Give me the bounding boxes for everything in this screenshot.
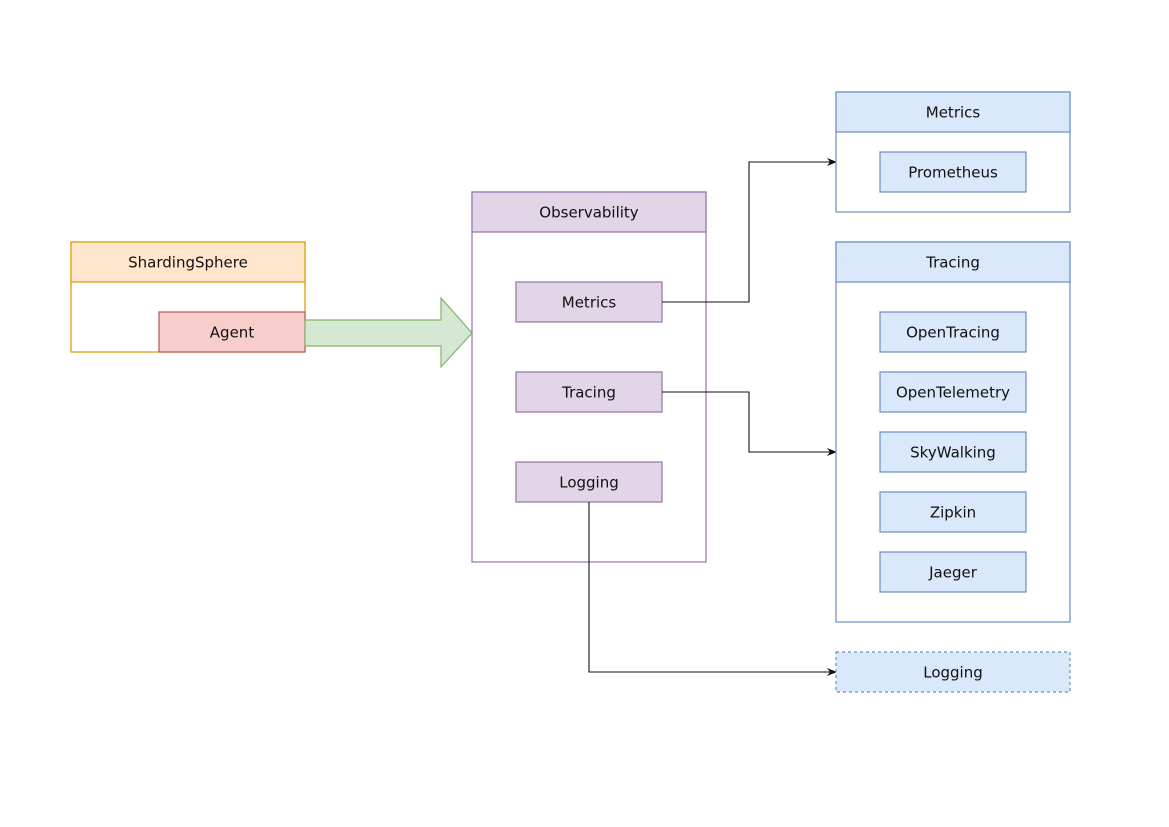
tracing-group-title: Tracing (925, 254, 980, 272)
zipkin-node[interactable]: Zipkin (879, 491, 1027, 533)
opentelemetry-label: OpenTelemetry (896, 384, 1010, 402)
obs-tracing-node[interactable]: Tracing (515, 371, 663, 413)
jaeger-label: Jaeger (928, 564, 978, 582)
jaeger-node[interactable]: Jaeger (879, 551, 1027, 593)
prometheus-label: Prometheus (908, 164, 998, 182)
skywalking-label: SkyWalking (910, 444, 996, 462)
observability-title: Observability (539, 204, 639, 222)
logging-target-node[interactable]: Logging (835, 651, 1071, 693)
opentracing-label: OpenTracing (906, 324, 1000, 342)
obs-metrics-node[interactable]: Metrics (515, 281, 663, 323)
opentracing-node[interactable]: OpenTracing (879, 311, 1027, 353)
logging-target-label: Logging (923, 664, 983, 682)
obs-logging-node[interactable]: Logging (515, 461, 663, 503)
opentelemetry-node[interactable]: OpenTelemetry (879, 371, 1027, 413)
agent-label: Agent (210, 324, 255, 342)
zipkin-label: Zipkin (930, 504, 976, 522)
agent-to-observability-arrow (304, 296, 473, 369)
agent-node[interactable]: Agent (158, 311, 306, 353)
skywalking-node[interactable]: SkyWalking (879, 431, 1027, 473)
metrics-group-title: Metrics (926, 104, 981, 122)
obs-tracing-label: Tracing (561, 384, 616, 402)
diagram-canvas: ShardingSphere Agent Observability Metri… (70, 91, 1071, 693)
obs-logging-label: Logging (559, 474, 619, 492)
obs-metrics-label: Metrics (562, 294, 617, 312)
shardingsphere-title: ShardingSphere (128, 254, 248, 272)
prometheus-node[interactable]: Prometheus (879, 151, 1027, 193)
